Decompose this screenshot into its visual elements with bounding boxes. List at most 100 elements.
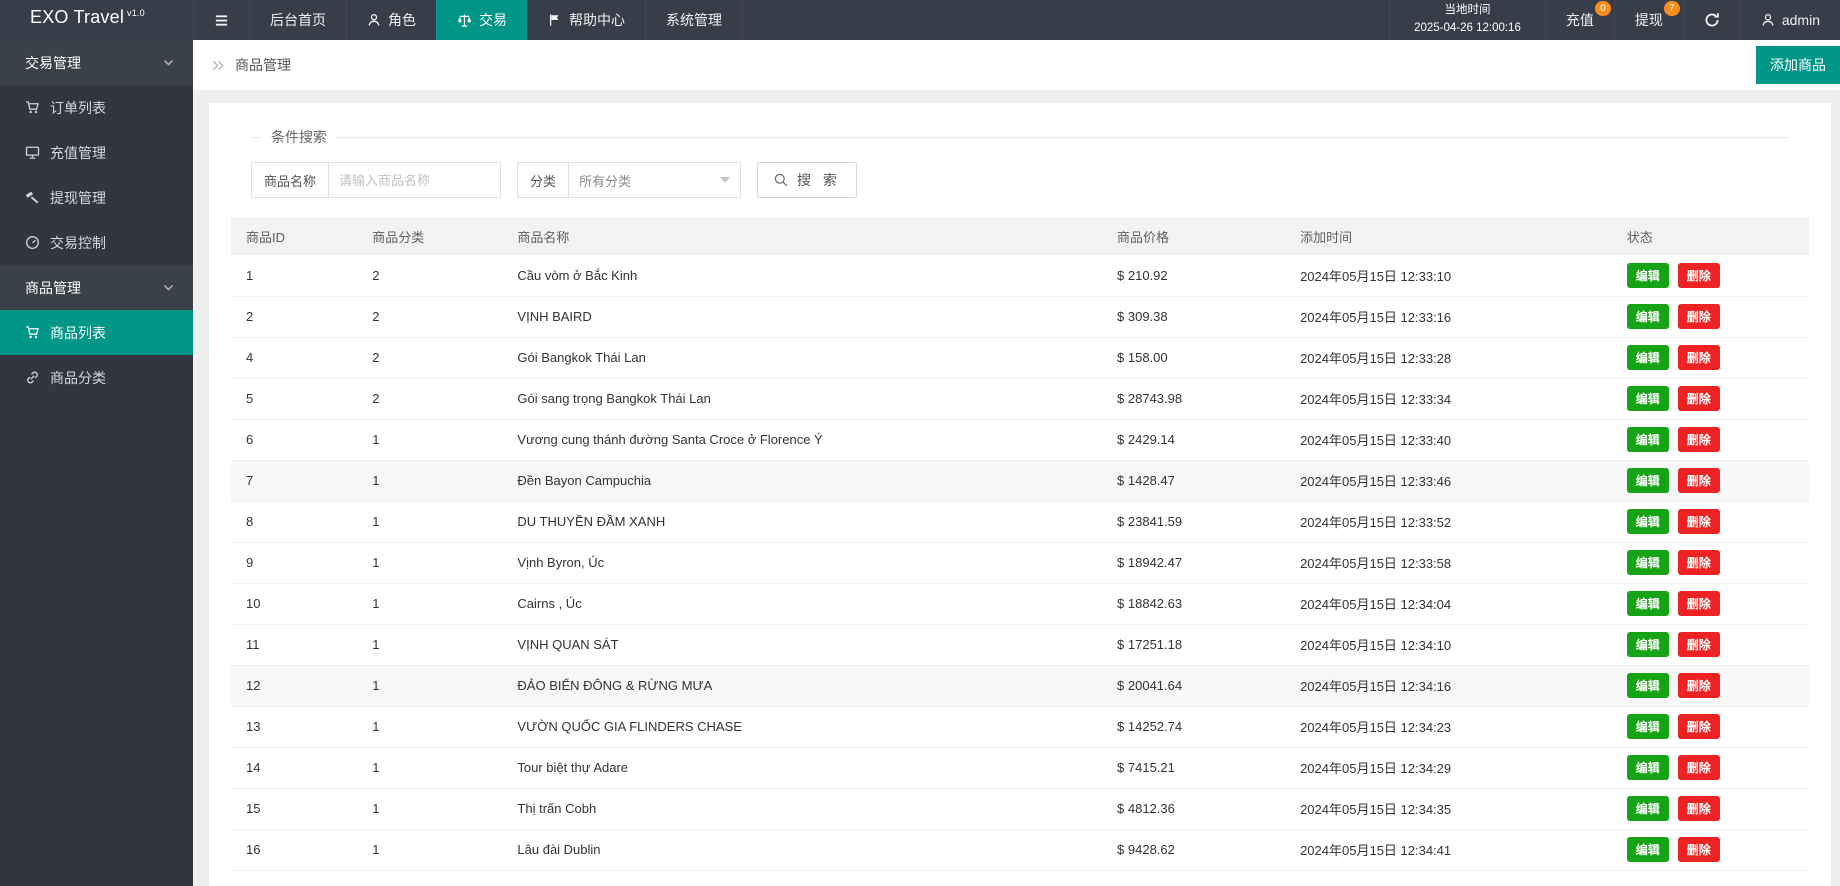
sidebar-item-product-category[interactable]: 商品分类 xyxy=(0,355,193,400)
delete-button[interactable]: 删除 xyxy=(1678,591,1720,616)
edit-button[interactable]: 编辑 xyxy=(1627,796,1669,821)
cell-product-name: Thị trấn Cobh xyxy=(502,788,1102,829)
add-product-button[interactable]: 添加商品 xyxy=(1756,46,1840,84)
cell-actions: 编辑删除 xyxy=(1612,296,1809,337)
withdraw-badge: 7 xyxy=(1664,1,1680,16)
edit-button[interactable]: 编辑 xyxy=(1627,755,1669,780)
delete-button[interactable]: 删除 xyxy=(1678,796,1720,821)
delete-button[interactable]: 删除 xyxy=(1678,714,1720,739)
nav-item-recharge[interactable]: 充值 0 xyxy=(1545,0,1614,40)
edit-button[interactable]: 编辑 xyxy=(1627,673,1669,698)
edit-button[interactable]: 编辑 xyxy=(1627,591,1669,616)
cell-added-time: 2024年05月15日 12:34:10 xyxy=(1285,624,1612,665)
sidebar-item-withdraw-manage[interactable]: 提现管理 xyxy=(0,175,193,220)
nav-label: 交易 xyxy=(479,10,507,30)
delete-button[interactable]: 删除 xyxy=(1678,837,1720,862)
table-row: 71Đền Bayon Campuchia$ 1428.472024年05月15… xyxy=(231,460,1809,501)
hamburger-icon xyxy=(214,13,229,28)
table-header-row: 商品ID 商品分类 商品名称 商品价格 添加时间 状态 xyxy=(231,218,1809,255)
cell-product-name: VỊNH QUAN SÁT xyxy=(502,624,1102,665)
cell-product-price: $ 210.92 xyxy=(1102,255,1285,296)
cell-product-name: ĐẢO BIỂN ĐÔNG & RỪNG MƯA xyxy=(502,665,1102,706)
table-row: 131VƯỜN QUỐC GIA FLINDERS CHASE$ 14252.7… xyxy=(231,706,1809,747)
nav-item-role[interactable]: 角色 xyxy=(346,0,436,40)
sidebar-item-product-list[interactable]: 商品列表 xyxy=(0,310,193,355)
delete-button[interactable]: 删除 xyxy=(1678,345,1720,370)
col-product-id: 商品ID xyxy=(231,218,357,255)
delete-button[interactable]: 删除 xyxy=(1678,304,1720,329)
cell-product-name: VƯỜN QUỐC GIA FLINDERS CHASE xyxy=(502,706,1102,747)
edit-button[interactable]: 编辑 xyxy=(1627,509,1669,534)
col-product-name: 商品名称 xyxy=(502,218,1102,255)
nav-item-help[interactable]: 帮助中心 xyxy=(527,0,645,40)
product-name-input[interactable] xyxy=(329,162,501,198)
delete-button[interactable]: 删除 xyxy=(1678,386,1720,411)
delete-button[interactable]: 删除 xyxy=(1678,755,1720,780)
cell-product-price: $ 17251.18 xyxy=(1102,624,1285,665)
delete-button[interactable]: 删除 xyxy=(1678,509,1720,534)
delete-button[interactable]: 删除 xyxy=(1678,550,1720,575)
recharge-badge: 0 xyxy=(1595,1,1611,16)
cell-product-name: Lâu đài Dublin xyxy=(502,829,1102,870)
app-logo[interactable]: EXO Travel v1.0 xyxy=(0,0,193,40)
edit-button[interactable]: 编辑 xyxy=(1627,304,1669,329)
local-time-label: 当地时间 xyxy=(1444,2,1490,20)
category-select[interactable]: 所有分类 xyxy=(569,162,741,198)
cell-product-category: 1 xyxy=(357,542,502,583)
edit-button[interactable]: 编辑 xyxy=(1627,632,1669,657)
nav-label: 角色 xyxy=(388,10,416,30)
cell-added-time: 2024年05月15日 12:33:58 xyxy=(1285,542,1612,583)
edit-button[interactable]: 编辑 xyxy=(1627,714,1669,739)
cell-product-category: 1 xyxy=(357,501,502,542)
delete-button[interactable]: 删除 xyxy=(1678,263,1720,288)
edit-button[interactable]: 编辑 xyxy=(1627,386,1669,411)
breadcrumb-bar: 商品管理 添加商品 xyxy=(193,40,1840,90)
sidebar-item-trade-control[interactable]: 交易控制 xyxy=(0,220,193,265)
category-label: 分类 xyxy=(517,162,569,198)
cell-product-price: $ 18942.47 xyxy=(1102,542,1285,583)
nav-item-system[interactable]: 系统管理 xyxy=(645,0,742,40)
app-version: v1.0 xyxy=(127,8,145,18)
edit-button[interactable]: 编辑 xyxy=(1627,550,1669,575)
delete-button[interactable]: 删除 xyxy=(1678,468,1720,493)
double-chevron-icon xyxy=(211,58,226,73)
sidebar-group-label: 交易管理 xyxy=(25,53,81,73)
sidebar-item-label: 充值管理 xyxy=(50,143,106,163)
table-body: 12Cầu vòm ở Bắc Kinh$ 210.922024年05月15日 … xyxy=(231,255,1809,870)
gauge-icon xyxy=(25,235,40,250)
cart-icon xyxy=(25,325,40,340)
table-row: 22VỊNH BAIRD$ 309.382024年05月15日 12:33:16… xyxy=(231,296,1809,337)
user-menu[interactable]: admin xyxy=(1740,0,1840,40)
edit-button[interactable]: 编辑 xyxy=(1627,345,1669,370)
cell-product-id: 8 xyxy=(231,501,357,542)
sidebar-item-recharge-manage[interactable]: 充值管理 xyxy=(0,130,193,175)
nav-label: 系统管理 xyxy=(666,10,722,30)
sidebar-group-product[interactable]: 商品管理 xyxy=(0,265,193,310)
sidebar-toggle-button[interactable] xyxy=(193,0,249,40)
sidebar-item-label: 提现管理 xyxy=(50,188,106,208)
nav-label: 提现 xyxy=(1635,10,1663,30)
cell-actions: 编辑删除 xyxy=(1612,583,1809,624)
sidebar-group-trade[interactable]: 交易管理 xyxy=(0,40,193,85)
content-card: 条件搜索 商品名称 分类 所有分类 xyxy=(209,103,1831,886)
delete-button[interactable]: 删除 xyxy=(1678,427,1720,452)
edit-button[interactable]: 编辑 xyxy=(1627,427,1669,452)
delete-button[interactable]: 删除 xyxy=(1678,673,1720,698)
edit-button[interactable]: 编辑 xyxy=(1627,263,1669,288)
cell-product-id: 9 xyxy=(231,542,357,583)
table-row: 151Thị trấn Cobh$ 4812.362024年05月15日 12:… xyxy=(231,788,1809,829)
delete-button[interactable]: 删除 xyxy=(1678,632,1720,657)
refresh-button[interactable] xyxy=(1683,0,1740,40)
nav-item-trade[interactable]: 交易 xyxy=(436,0,527,40)
nav-item-home[interactable]: 后台首页 xyxy=(249,0,346,40)
search-button[interactable]: 搜 索 xyxy=(757,162,857,198)
nav-item-withdraw[interactable]: 提现 7 xyxy=(1614,0,1683,40)
cell-actions: 编辑删除 xyxy=(1612,829,1809,870)
cell-added-time: 2024年05月15日 12:33:10 xyxy=(1285,255,1612,296)
edit-button[interactable]: 编辑 xyxy=(1627,837,1669,862)
edit-button[interactable]: 编辑 xyxy=(1627,468,1669,493)
top-navbar: EXO Travel v1.0 后台首页 角色 交易 帮助中心 系统管理 当地时… xyxy=(0,0,1840,40)
sidebar-item-order-list[interactable]: 订单列表 xyxy=(0,85,193,130)
cell-actions: 编辑删除 xyxy=(1612,255,1809,296)
app-title: EXO Travel xyxy=(30,7,124,28)
